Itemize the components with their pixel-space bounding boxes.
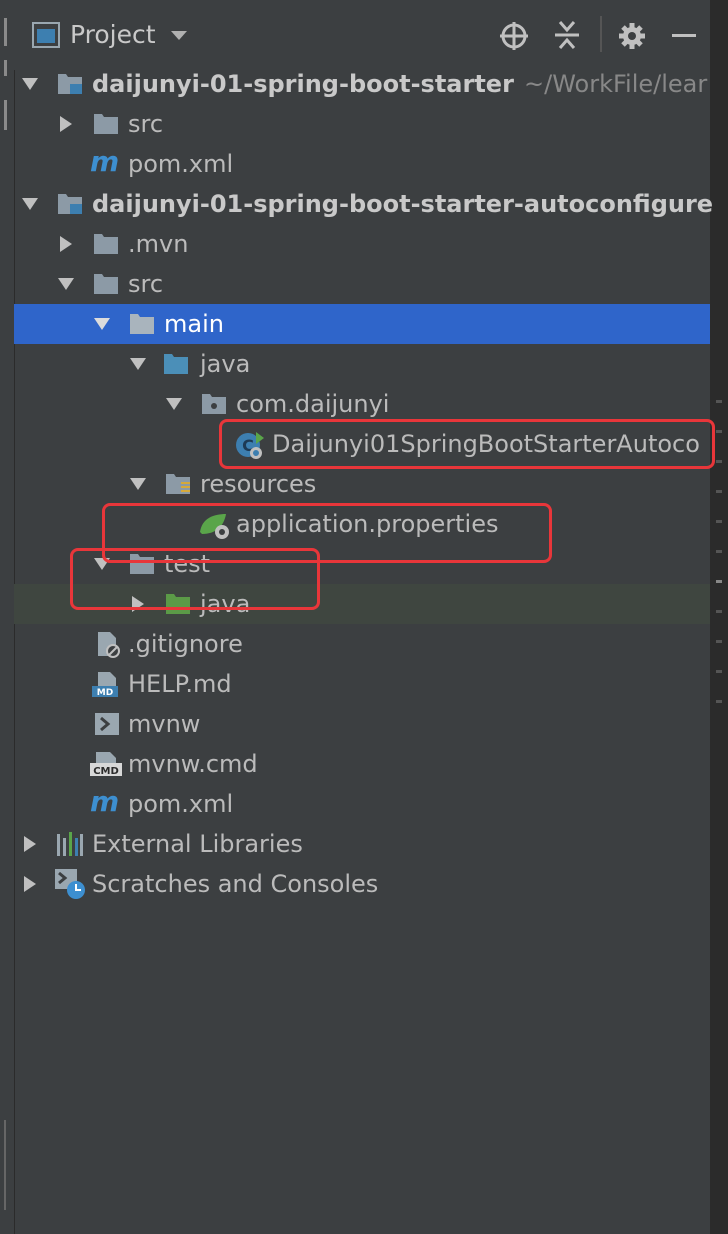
libraries-icon [57,832,83,856]
gutter-mark [716,610,722,613]
project-window-icon[interactable] [32,22,60,48]
module-folder-icon [58,194,82,214]
ignore-file-icon [98,632,120,658]
tree-node-label: src [128,270,164,298]
tree-node-label: pom.xml [128,790,234,818]
tree-node-label: java [200,350,251,378]
dropdown-icon[interactable] [170,30,188,42]
tree-node-resources[interactable]: resources [14,464,710,504]
tree-node-label: resources [200,470,317,498]
project-view-title[interactable]: Project [70,20,156,49]
tree-node-label: com.daijunyi [236,390,390,418]
svg-text:CMD: CMD [93,766,119,777]
tree-node-help-md[interactable]: MD HELP.md [14,664,710,704]
expand-arrow-icon[interactable] [166,396,182,412]
maven-icon: m [90,785,120,818]
tree-node-java[interactable]: java [14,344,710,384]
svg-text:MD: MD [97,688,113,698]
tree-node-label: Scratches and Consoles [92,870,379,898]
tree-node-label: .mvn [128,230,189,258]
tree-node-pom[interactable]: m pom.xml [14,144,710,184]
tree-node-label: main [164,310,224,338]
tool-strip-marker [4,1120,6,1210]
gutter-mark [716,580,722,583]
tree-node-label: src [128,110,164,138]
package-icon [202,394,226,414]
tree-node-src[interactable]: src [14,104,710,144]
tree-node-gitignore[interactable]: .gitignore [14,624,710,664]
expand-arrow-icon[interactable] [94,316,110,332]
expand-arrow-icon[interactable] [22,196,38,212]
left-tool-strip [0,0,15,1234]
folder-icon [94,274,118,294]
tool-strip-marker [4,60,7,76]
gutter-mark [716,490,722,493]
gutter-mark [716,430,722,433]
gear-icon[interactable] [618,22,646,50]
gutter-mark [716,400,722,403]
tree-node-label: daijunyi-01-spring-boot-starter-autoconf… [92,190,714,218]
tree-node-label: daijunyi-01-spring-boot-starter [92,70,514,98]
gutter-mark [716,520,722,523]
expand-arrow-icon[interactable] [130,356,146,372]
collapsed-arrow-icon[interactable] [22,876,38,892]
expand-arrow-icon[interactable] [130,476,146,492]
markdown-file-icon: MD [92,672,118,698]
maven-icon: m [90,145,120,178]
gutter-mark [716,460,722,463]
tool-strip-marker [4,100,7,130]
tree-node-module-autoconfigure[interactable]: daijunyi-01-spring-boot-starter-autoconf… [14,184,714,224]
gutter-mark [716,550,722,553]
highlight-box-test [70,548,320,610]
tree-node-package[interactable]: com.daijunyi [14,384,710,424]
resources-folder-icon [166,474,190,494]
tree-node-pom-autoconfigure[interactable]: m pom.xml [14,784,710,824]
highlight-box-class [219,419,715,469]
tree-node-module-starter[interactable]: daijunyi-01-spring-boot-starter ~/WorkFi… [14,64,710,104]
tree-node-scratches[interactable]: Scratches and Consoles [14,864,710,904]
source-folder-icon [164,354,188,374]
tree-node-label: .gitignore [128,630,243,658]
tree-node-label: mvnw [128,710,201,738]
minimize-icon[interactable] [672,34,696,38]
collapsed-arrow-icon[interactable] [58,236,74,252]
tree-node-label: pom.xml [128,150,234,178]
folder-icon [94,234,118,254]
expand-arrow-icon[interactable] [58,276,74,292]
folder-icon [94,114,118,134]
expand-arrow-icon[interactable] [22,76,38,92]
tree-node-external-libraries[interactable]: External Libraries [14,824,710,864]
collapsed-arrow-icon[interactable] [58,116,74,132]
gutter-mark [716,640,722,643]
collapse-all-icon[interactable] [554,20,580,50]
scratches-icon [55,869,85,899]
project-tool-window-header: Project [14,0,710,70]
tree-node-label: External Libraries [92,830,303,858]
gutter-mark [716,670,722,673]
cmd-file-icon: CMD [90,752,122,777]
collapsed-arrow-icon[interactable] [22,836,38,852]
header-divider [600,16,602,52]
tree-node-main[interactable]: main [14,304,710,344]
module-path: ~/WorkFile/lear [524,70,708,98]
shell-script-icon [95,713,119,735]
module-folder-icon [58,74,82,94]
tree-node-mvn[interactable]: .mvn [14,224,710,264]
locate-icon[interactable] [500,22,528,50]
tree-node-src-expanded[interactable]: src [14,264,710,304]
tree-node-mvnw-cmd[interactable]: CMD mvnw.cmd [14,744,710,784]
tool-strip-marker [4,18,7,46]
folder-icon [130,314,154,334]
tree-node-mvnw[interactable]: mvnw [14,704,710,744]
tree-node-label: HELP.md [128,670,232,698]
tree-node-label: mvnw.cmd [128,750,258,778]
project-tree: daijunyi-01-spring-boot-starter ~/WorkFi… [14,64,714,904]
gutter-mark [716,700,722,703]
